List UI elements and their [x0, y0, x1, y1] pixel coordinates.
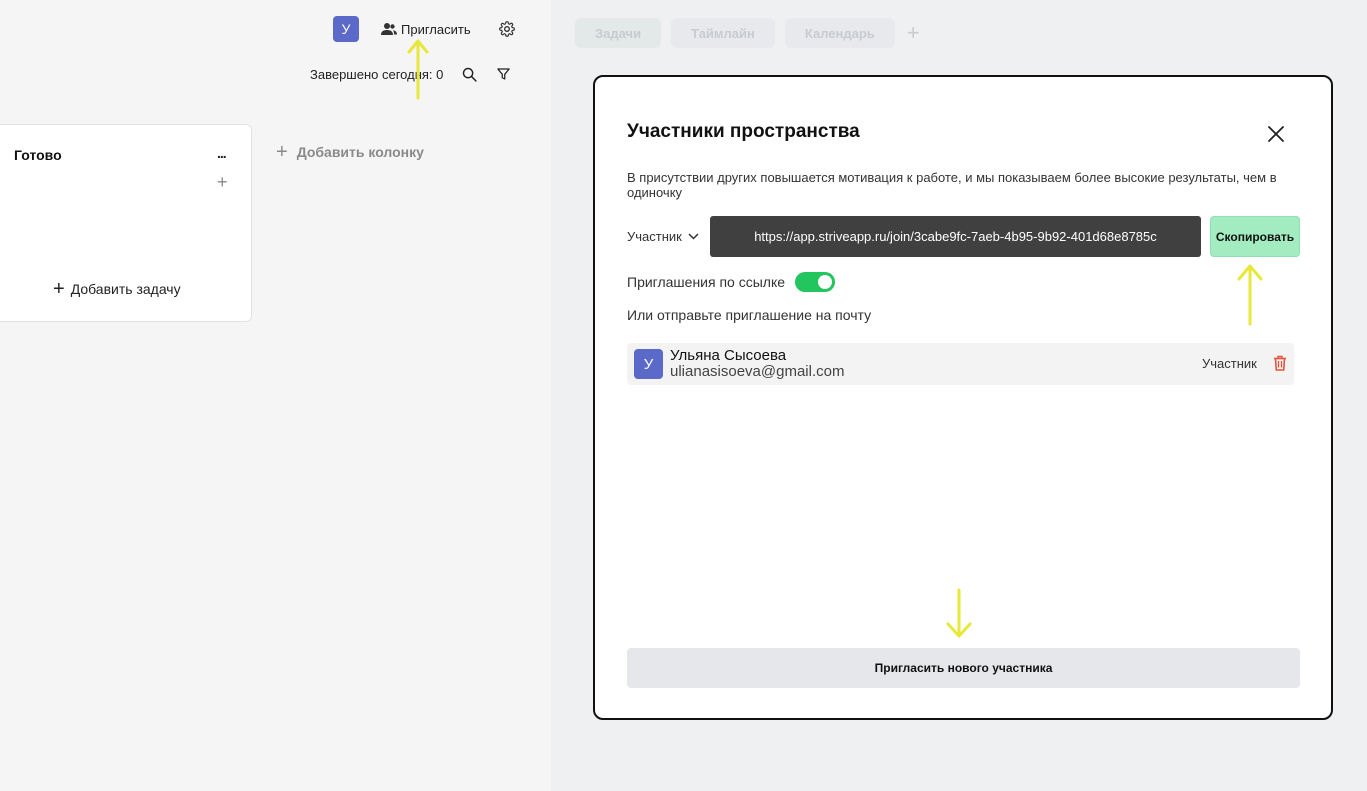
column-title: Готово	[14, 147, 62, 163]
filter-icon	[497, 68, 511, 80]
invite-link-field[interactable]: https://app.striveapp.ru/join/3cabe9fc-7…	[710, 216, 1201, 257]
board-column: Готово ... + + Добавить задачу	[0, 124, 252, 322]
view-tabs: Задачи Таймлайн Календарь +	[575, 18, 920, 48]
role-dropdown-value: Участник	[627, 229, 682, 244]
member-role-select[interactable]: Участник	[1202, 356, 1257, 371]
filter-button[interactable]	[496, 66, 511, 82]
chevron-down-icon	[688, 233, 699, 240]
search-icon	[463, 67, 478, 82]
member-name: Ульяна Сысоева	[670, 347, 787, 364]
tab-tasks[interactable]: Задачи	[575, 18, 662, 48]
avatar: У	[634, 349, 663, 379]
delete-member-button[interactable]	[1273, 355, 1287, 376]
add-column-label: Добавить колонку	[296, 144, 424, 160]
users-icon	[381, 23, 397, 35]
close-icon	[1268, 126, 1284, 142]
tab-calendar[interactable]: Календарь	[784, 18, 895, 48]
trash-icon	[1274, 355, 1286, 371]
close-button[interactable]	[1266, 124, 1286, 144]
invite-button[interactable]: Пригласить	[381, 22, 471, 37]
invite-new-member-button[interactable]: Пригласить нового участника	[627, 648, 1300, 688]
column-menu-button[interactable]: ...	[217, 145, 227, 161]
settings-button[interactable]	[498, 21, 515, 37]
arrow-annotation-icon	[407, 39, 429, 100]
add-task-button[interactable]: + Добавить задачу	[53, 278, 181, 300]
add-column-button[interactable]: + Добавить колонку	[276, 141, 424, 163]
member-row: У Ульяна Сысоева ulianasisoeva@gmail.com…	[627, 343, 1294, 385]
role-dropdown[interactable]: Участник	[627, 229, 699, 244]
invite-label: Пригласить	[401, 21, 471, 37]
arrow-annotation-icon	[1237, 264, 1263, 326]
modal-description: В присутствии других повышается мотиваци…	[627, 170, 1277, 200]
member-email: ulianasisoeva@gmail.com	[670, 363, 845, 380]
copy-link-button[interactable]: Скопировать	[1210, 216, 1300, 257]
tab-timeline[interactable]: Таймлайн	[671, 18, 775, 48]
arrow-annotation-icon	[946, 588, 972, 638]
toggle-knob	[818, 275, 833, 289]
modal-title: Участники пространства	[627, 121, 860, 142]
search-button[interactable]	[461, 66, 478, 83]
link-invites-label: Приглашения по ссылке	[627, 274, 786, 290]
avatar[interactable]: У	[333, 16, 359, 42]
email-invite-hint: Или отправьте приглашение на почту	[627, 307, 872, 323]
plus-icon: +	[53, 278, 65, 300]
column-add-task-icon[interactable]: +	[217, 173, 228, 191]
link-invites-toggle[interactable]	[795, 272, 836, 292]
add-view-button[interactable]: +	[907, 22, 920, 44]
plus-icon: +	[276, 141, 288, 163]
link-invites-row: Приглашения по ссылке	[627, 272, 836, 292]
board-pane: У Пригласить Завершено сегодня: 0 Готово…	[0, 0, 551, 791]
add-task-label: Добавить задачу	[70, 281, 181, 297]
gear-icon	[498, 21, 515, 37]
